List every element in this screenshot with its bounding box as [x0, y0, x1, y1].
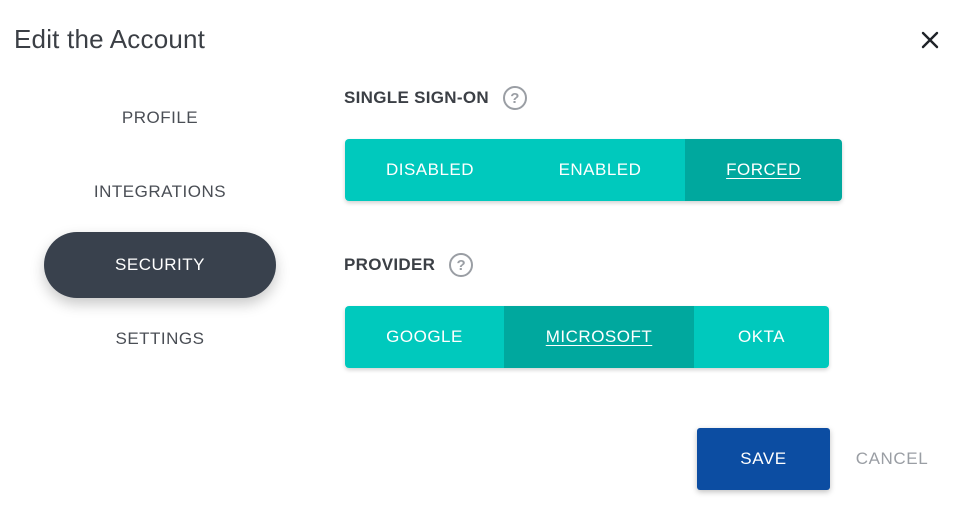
sso-option-disabled[interactable]: DISABLED — [345, 139, 515, 201]
provider-label: PROVIDER — [344, 255, 436, 274]
sso-option-forced[interactable]: FORCED — [685, 139, 842, 201]
sso-label: SINGLE SIGN-ON — [344, 88, 489, 107]
sso-option-label: ENABLED — [558, 160, 642, 179]
sidebar-item-label: PROFILE — [121, 108, 199, 127]
cancel-button-label: CANCEL — [855, 449, 929, 468]
sidebar-item-security[interactable]: SECURITY — [44, 232, 276, 298]
sidebar-item-label: SECURITY — [115, 255, 205, 274]
sidebar-item-profile[interactable]: PROFILE — [44, 85, 276, 151]
sidebar-item-settings[interactable]: SETTINGS — [44, 306, 276, 372]
cancel-button[interactable]: CANCEL — [846, 428, 938, 490]
close-icon — [921, 31, 939, 49]
help-icon[interactable]: ? — [502, 86, 527, 110]
sidebar-item-label: SETTINGS — [115, 329, 205, 348]
provider-option-microsoft[interactable]: MICROSOFT — [504, 306, 694, 368]
dialog-title: Edit the Account — [14, 24, 206, 54]
sidebar-item-integrations[interactable]: INTEGRATIONS — [44, 159, 276, 225]
provider-option-label: MICROSOFT — [545, 327, 653, 346]
provider-section-label: PROVIDER ? — [344, 253, 474, 277]
save-button-label: SAVE — [740, 449, 787, 468]
provider-option-label: OKTA — [737, 327, 786, 346]
sidebar-item-label: INTEGRATIONS — [93, 182, 227, 201]
save-button[interactable]: SAVE — [697, 428, 830, 490]
sso-option-label: FORCED — [726, 160, 801, 179]
close-button[interactable] — [916, 26, 944, 54]
provider-option-google[interactable]: GOOGLE — [345, 306, 504, 368]
sso-option-label: DISABLED — [385, 160, 475, 179]
provider-segmented-control: GOOGLE MICROSOFT OKTA — [345, 306, 829, 368]
provider-option-label: GOOGLE — [386, 327, 463, 346]
sso-section-label: SINGLE SIGN-ON ? — [344, 86, 527, 110]
help-icon[interactable]: ? — [449, 253, 474, 277]
sso-option-enabled[interactable]: ENABLED — [515, 139, 685, 201]
sso-segmented-control: DISABLED ENABLED FORCED — [345, 139, 842, 201]
provider-option-okta[interactable]: OKTA — [694, 306, 829, 368]
